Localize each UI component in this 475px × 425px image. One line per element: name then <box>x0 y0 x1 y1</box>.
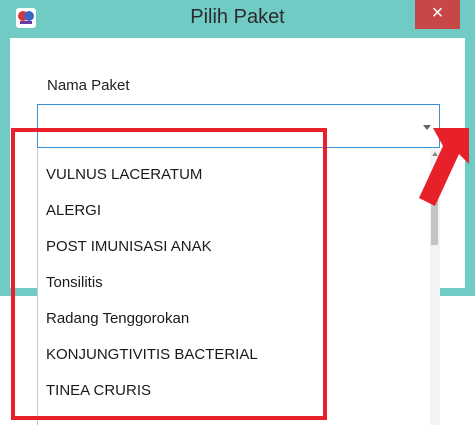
close-icon: × <box>431 2 444 24</box>
annotation-highlight-box <box>11 128 327 420</box>
window-frame-left <box>0 38 10 288</box>
nama-paket-label: Nama Paket <box>47 77 130 94</box>
red-arrow-icon <box>419 128 469 206</box>
window-title: Pilih Paket <box>190 6 285 28</box>
title-bar[interactable]: Pilih Paket × <box>0 0 475 38</box>
close-button[interactable]: × <box>415 0 460 29</box>
pilih-paket-dialog: Pilih Paket × Nama Paket VULNUS LACERATU… <box>0 0 475 425</box>
